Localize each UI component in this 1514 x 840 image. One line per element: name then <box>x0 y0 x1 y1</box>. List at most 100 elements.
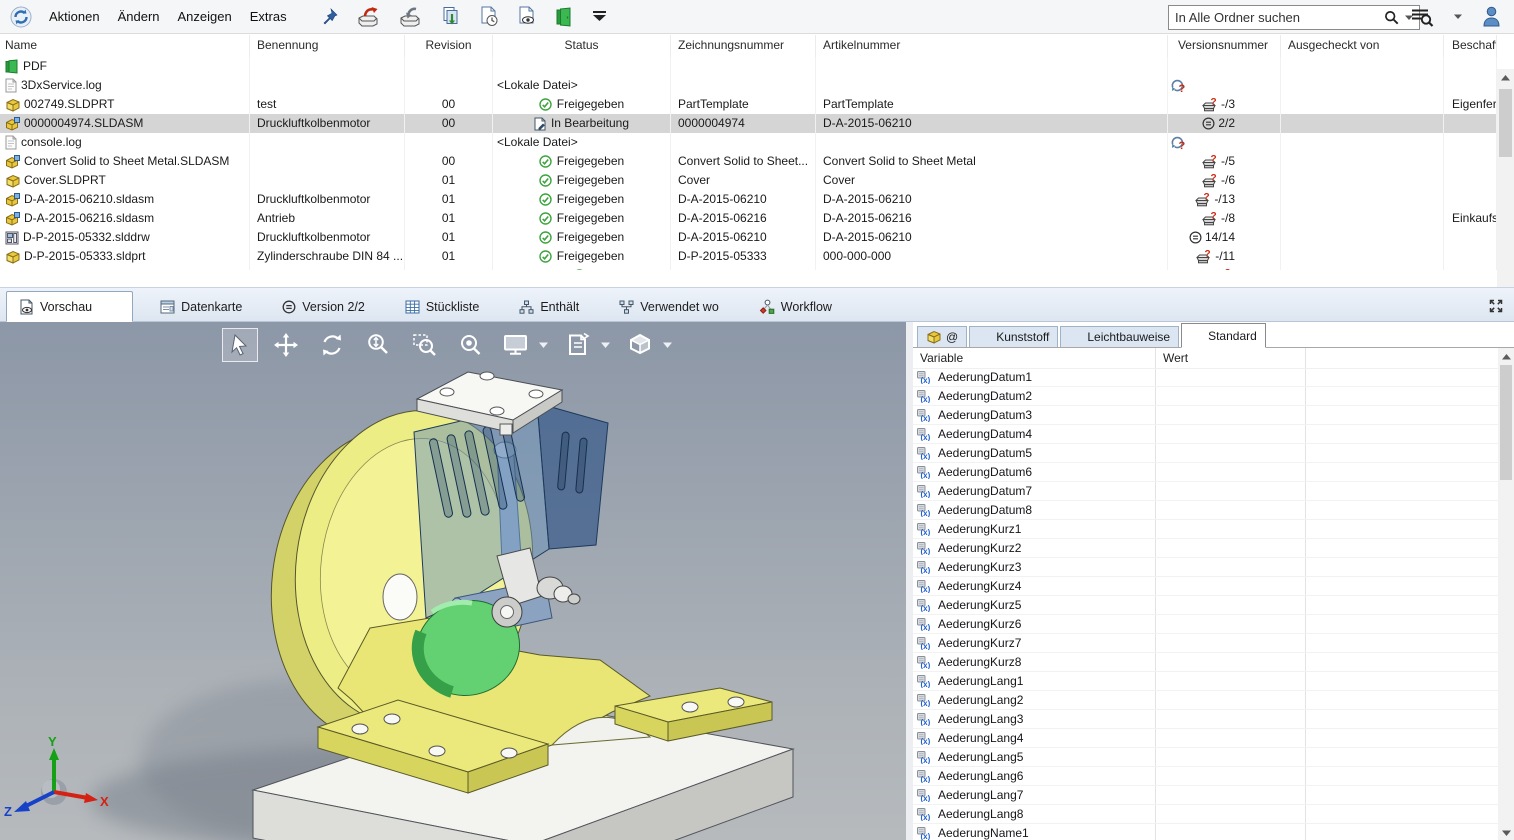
variable-row[interactable]: (x)AederungDatum5 <box>913 444 1498 463</box>
table-row[interactable]: 002749.SLDPRTtest00FreigegebenPartTempla… <box>0 95 1497 114</box>
variable-row[interactable]: (x)AederungDatum8 <box>913 501 1498 520</box>
variable-row[interactable]: (x)AederungKurz7 <box>913 634 1498 653</box>
menu-aendern[interactable]: Ändern <box>109 9 169 24</box>
check-out-button[interactable] <box>347 0 389 33</box>
sheet-navigation-button[interactable] <box>560 328 596 362</box>
copy-documents-button[interactable] <box>431 0 470 33</box>
preview-document-button[interactable] <box>508 0 546 33</box>
display-style-button[interactable] <box>498 328 534 362</box>
table-row[interactable]: console.log<Lokale Datei>? <box>0 133 1497 152</box>
svg-text:(x): (x) <box>921 794 931 802</box>
variable-row[interactable]: (x)AederungLang1 <box>913 672 1498 691</box>
column-header-versionsnummer[interactable]: Versionsnummer <box>1168 35 1281 57</box>
tab-stueckliste[interactable]: Stückliste <box>392 293 493 321</box>
column-header-zeichnungsnummer[interactable]: Zeichnungsnummer <box>671 35 816 57</box>
zoom-tool-button[interactable] <box>360 328 396 362</box>
search-dropdown-button[interactable] <box>1445 0 1471 33</box>
scroll-down-button[interactable] <box>1498 824 1514 840</box>
column-header-artikelnummer[interactable]: Artikelnummer <box>816 35 1168 57</box>
search-icon[interactable] <box>1384 10 1399 25</box>
column-header-benennung[interactable]: Benennung <box>250 35 405 57</box>
column-header-ausgecheckt-von[interactable]: Ausgecheckt von <box>1281 35 1444 57</box>
app-refresh-icon[interactable] <box>10 6 32 28</box>
table-row[interactable]: D-P-2015-05333.sldprtZylinderschraube DI… <box>0 247 1497 266</box>
get-version-button[interactable] <box>470 0 508 33</box>
variable-row[interactable]: (x)AederungDatum2 <box>913 387 1498 406</box>
variable-icon: (x) <box>917 523 933 536</box>
variable-row[interactable]: (x)AederungLang4 <box>913 729 1498 748</box>
config-tab-standard[interactable]: roke="#556" stroke-width="1.4"/>Standard <box>1181 323 1266 348</box>
variable-row[interactable]: (x)AederungLang7 <box>913 786 1498 805</box>
open-folder-button[interactable] <box>546 0 582 33</box>
column-header-revision[interactable]: Revision <box>405 35 493 57</box>
zoom-fit-tool-button[interactable] <box>452 328 488 362</box>
config-tab-leichtbauweise[interactable]: roke="#556" stroke-width="1.4"/>Leichtba… <box>1060 326 1179 347</box>
tab-datenkarte[interactable]: Datenkarte <box>147 293 255 321</box>
rotate-tool-button[interactable] <box>314 328 350 362</box>
beschaffung-cell <box>1444 171 1497 190</box>
scroll-up-button[interactable] <box>1498 348 1514 365</box>
column-header-status[interactable]: Status <box>493 35 671 57</box>
scroll-thumb[interactable] <box>1500 365 1512 480</box>
zoom-area-tool-button[interactable] <box>406 328 442 362</box>
table-row[interactable]: 0000004974.SLDASMDruckluftkolbenmotor00I… <box>0 114 1497 133</box>
variable-row[interactable]: (x)AederungKurz5 <box>913 596 1498 615</box>
file-list-vertical-scrollbar[interactable] <box>1497 69 1514 303</box>
variable-row[interactable]: (x)AederungDatum4 <box>913 425 1498 444</box>
table-row[interactable]: ? <box>0 266 1497 270</box>
search-input[interactable] <box>1169 10 1384 25</box>
dropdown-caret-button[interactable] <box>660 328 674 362</box>
scroll-up-button[interactable] <box>1497 69 1514 86</box>
table-row[interactable]: PDF <box>0 57 1497 76</box>
user-button[interactable] <box>1473 0 1510 33</box>
editing-icon <box>534 117 546 131</box>
dropdown-caret-button[interactable] <box>598 328 612 362</box>
table-row[interactable]: Convert Solid to Sheet Metal.SLDASM00Fre… <box>0 152 1497 171</box>
variable-row[interactable]: (x)AederungName1 <box>913 824 1498 840</box>
variable-row[interactable]: (x)AederungLang8 <box>913 805 1498 824</box>
variable-row[interactable]: (x)AederungKurz3 <box>913 558 1498 577</box>
config-tab-item[interactable]: @ <box>917 326 967 347</box>
table-row[interactable]: D-P-2015-05332.slddrwDruckluftkolbenmoto… <box>0 228 1497 247</box>
table-row[interactable]: Cover.SLDPRT01FreigegebenCoverCover?-/6 <box>0 171 1497 190</box>
pan-tool-button[interactable] <box>268 328 304 362</box>
menu-aktionen[interactable]: Aktionen <box>40 9 109 24</box>
table-row[interactable]: D-A-2015-06216.sldasmAntrieb01Freigegebe… <box>0 209 1497 228</box>
select-tool-button[interactable] <box>222 328 258 362</box>
tab-workflow[interactable]: Workflow <box>746 293 845 321</box>
column-header-name[interactable]: Name <box>0 35 250 57</box>
variable-row[interactable]: (x)AederungDatum7 <box>913 482 1498 501</box>
table-row[interactable]: D-A-2015-06210.sldasmDruckluftkolbenmoto… <box>0 190 1497 209</box>
variable-row[interactable]: (x)AederungDatum1 <box>913 368 1498 387</box>
scroll-thumb[interactable] <box>1499 89 1512 157</box>
variable-row[interactable]: (x)AederungLang3 <box>913 710 1498 729</box>
view-orientation-button[interactable] <box>622 328 658 362</box>
variable-row[interactable]: (x)AederungKurz1 <box>913 520 1498 539</box>
tab-version-2-2[interactable]: Version 2/2 <box>269 293 378 321</box>
variable-row[interactable]: (x)AederungLang2 <box>913 691 1498 710</box>
variable-row[interactable]: (x)AederungDatum6 <box>913 463 1498 482</box>
tab-verwendet-wo[interactable]: Verwendet wo <box>606 293 732 321</box>
more-actions-chevron-button[interactable] <box>582 0 617 33</box>
dropdown-caret-button[interactable] <box>536 328 550 362</box>
column-header-beschaff[interactable]: Beschaff <box>1444 35 1497 57</box>
variable-row[interactable]: (x)AederungKurz2 <box>913 539 1498 558</box>
menu-extras[interactable]: Extras <box>241 9 296 24</box>
search-list-button[interactable] <box>1401 0 1443 33</box>
variable-row[interactable]: (x)AederungKurz6 <box>913 615 1498 634</box>
variable-row[interactable]: (x)AederungKurz4 <box>913 577 1498 596</box>
pin-button[interactable] <box>312 0 347 33</box>
variable-row[interactable]: (x)AederungLang6 <box>913 767 1498 786</box>
check-in-button[interactable] <box>389 0 431 33</box>
tab-vorschau[interactable]: Vorschau <box>6 291 133 322</box>
variable-scrollbar[interactable] <box>1498 348 1514 840</box>
variable-row[interactable]: (x)AederungDatum3 <box>913 406 1498 425</box>
fullscreen-button[interactable] <box>1486 296 1506 319</box>
variable-row[interactable]: (x)AederungKurz8 <box>913 653 1498 672</box>
variable-row[interactable]: (x)AederungLang5 <box>913 748 1498 767</box>
table-row[interactable]: 3DxService.log<Lokale Datei>? <box>0 76 1497 95</box>
menu-anzeigen[interactable]: Anzeigen <box>169 9 241 24</box>
preview-3d-viewport[interactable]: Y X Z <box>0 322 906 840</box>
config-tab-kunststoff[interactable]: roke="#556" stroke-width="1.4"/>Kunststo… <box>969 326 1058 347</box>
tab-enthaelt[interactable]: Enthält <box>506 293 592 321</box>
